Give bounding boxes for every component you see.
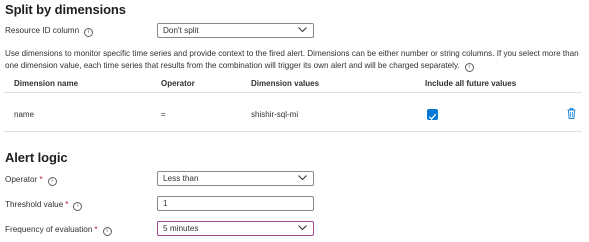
- operator-select-value: Less than: [163, 174, 199, 183]
- dimensions-description: Use dimensions to monitor specific time …: [5, 48, 580, 73]
- resource-id-label-text: Resource ID column: [5, 26, 80, 35]
- operator-label-text: Operator: [5, 175, 38, 184]
- info-icon[interactable]: i: [84, 28, 94, 37]
- frequency-label: Frequency of evaluation * i: [5, 225, 112, 236]
- col-header-dimension-values: Dimension values: [251, 79, 320, 88]
- resource-id-select-value: Don't split: [163, 26, 199, 35]
- table-row-divider: [4, 131, 582, 132]
- resource-id-select[interactable]: Don't split: [157, 23, 314, 38]
- required-marker: *: [39, 175, 43, 184]
- info-icon[interactable]: i: [102, 227, 112, 236]
- checkmark-icon: [428, 113, 437, 120]
- info-icon[interactable]: i: [464, 63, 474, 73]
- alert-logic-title: Alert logic: [5, 150, 68, 165]
- chevron-down-icon: [298, 27, 307, 33]
- info-icon[interactable]: i: [47, 177, 57, 186]
- table-header-divider: [4, 92, 582, 93]
- frequency-label-text: Frequency of evaluation: [5, 225, 93, 234]
- dimensions-description-text: Use dimensions to monitor specific time …: [5, 49, 579, 71]
- operator-select[interactable]: Less than: [157, 171, 314, 186]
- threshold-label: Threshold value * i: [5, 200, 83, 211]
- threshold-input[interactable]: 1: [157, 196, 314, 211]
- dimension-values-cell[interactable]: shishir-sql-mi: [251, 110, 298, 119]
- required-marker: *: [94, 225, 98, 234]
- info-icon[interactable]: i: [73, 202, 83, 211]
- split-section-title: Split by dimensions: [5, 2, 126, 17]
- resource-id-label: Resource ID column i: [5, 26, 94, 37]
- col-header-operator: Operator: [161, 79, 195, 88]
- dimension-name-cell[interactable]: name: [14, 110, 34, 119]
- operator-cell[interactable]: =: [161, 110, 166, 119]
- chevron-down-icon: [298, 175, 307, 181]
- col-header-dimension-name: Dimension name: [14, 79, 79, 88]
- threshold-label-text: Threshold value: [5, 200, 64, 209]
- operator-label: Operator * i: [5, 175, 57, 186]
- required-marker: *: [65, 200, 69, 209]
- chevron-down-icon: [298, 225, 307, 231]
- delete-icon[interactable]: [567, 108, 576, 119]
- frequency-select-value: 5 minutes: [163, 224, 199, 233]
- col-header-include-future: Include all future values: [425, 79, 517, 88]
- frequency-select[interactable]: 5 minutes: [157, 221, 314, 236]
- include-future-checkbox[interactable]: [427, 109, 438, 120]
